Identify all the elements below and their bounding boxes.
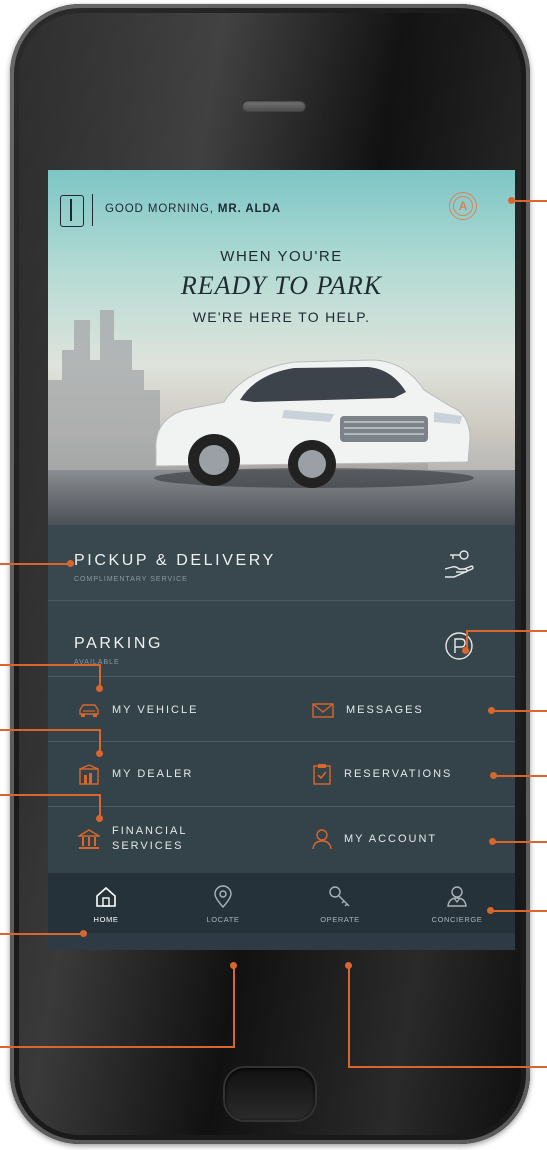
my-account-button[interactable]: MY ACCOUNT: [312, 809, 512, 869]
my-dealer-label: MY DEALER: [112, 767, 194, 780]
bank-icon: [78, 829, 100, 849]
tab-locate-label: LOCATE: [206, 915, 240, 924]
hero-headline-line1: WHEN YOU'RE: [220, 248, 343, 265]
home-hardware-button[interactable]: [225, 1068, 315, 1120]
car-image: [154, 359, 474, 488]
user-icon: [312, 829, 332, 850]
my-vehicle-button[interactable]: MY VEHICLE: [78, 680, 278, 740]
pickup-delivery-row[interactable]: PICKUP & DELIVERY COMPLIMENTARY SERVICE: [48, 525, 515, 600]
reservations-button[interactable]: RESERVATIONS: [312, 744, 512, 804]
home-icon: [96, 886, 116, 907]
tab-locate[interactable]: LOCATE: [165, 873, 281, 933]
key-hand-icon: [444, 550, 474, 578]
parking-title: PARKING: [74, 635, 164, 652]
my-account-label: MY ACCOUNT: [344, 832, 438, 845]
tab-concierge[interactable]: CONCIERGE: [399, 873, 515, 933]
clipboard-icon: [313, 764, 331, 785]
profile-avatar-button[interactable]: A: [449, 192, 477, 220]
tab-operate-label: OPERATE: [320, 915, 360, 924]
messages-label: MESSAGES: [346, 703, 424, 716]
app-screen: GOOD MORNING, MR. ALDA A WHEN YOU'RE REA…: [48, 170, 515, 950]
location-pin-icon: [214, 885, 232, 909]
hero-banner: GOOD MORNING, MR. ALDA A WHEN YOU'RE REA…: [48, 170, 515, 525]
speaker-grille: [242, 100, 306, 112]
concierge-icon: [447, 886, 467, 907]
hero-headline-line2: READY TO PARK: [180, 271, 383, 300]
financial-services-button[interactable]: FINANCIAL SERVICES: [78, 809, 278, 869]
tab-home-label: HOME: [93, 915, 119, 924]
user-name: MR. ALDA: [217, 203, 281, 215]
header-divider: [92, 194, 93, 226]
financial-services-label: FINANCIAL SERVICES: [112, 825, 188, 852]
parking-row[interactable]: PARKING AVAILABLE: [48, 601, 515, 676]
tab-operate[interactable]: OPERATE: [282, 873, 398, 933]
messages-button[interactable]: MESSAGES: [312, 680, 512, 740]
grid-divider: [48, 741, 515, 742]
hero-headline-line3: WE'RE HERE TO HELP.: [192, 309, 371, 325]
tab-home[interactable]: HOME: [48, 873, 164, 933]
reservations-label: RESERVATIONS: [344, 767, 453, 780]
envelope-icon: [312, 703, 334, 718]
my-vehicle-label: MY VEHICLE: [112, 703, 199, 716]
car-icon: [79, 704, 99, 717]
grid-divider: [48, 806, 515, 807]
key-icon: [329, 886, 350, 907]
dealership-icon: [79, 764, 99, 785]
tab-concierge-label: CONCIERGE: [431, 915, 483, 924]
parking-icon: [445, 632, 473, 660]
pickup-delivery-subtitle: COMPLIMENTARY SERVICE: [74, 576, 188, 583]
bottom-tab-bar: HOME LOCATE OPERATE CONCIERGE: [48, 873, 515, 933]
greeting-text: GOOD MORNING, MR. ALDA: [105, 203, 281, 215]
lincoln-logo: [60, 195, 84, 227]
my-dealer-button[interactable]: MY DEALER: [78, 744, 278, 804]
pickup-delivery-title: PICKUP & DELIVERY: [74, 552, 276, 569]
